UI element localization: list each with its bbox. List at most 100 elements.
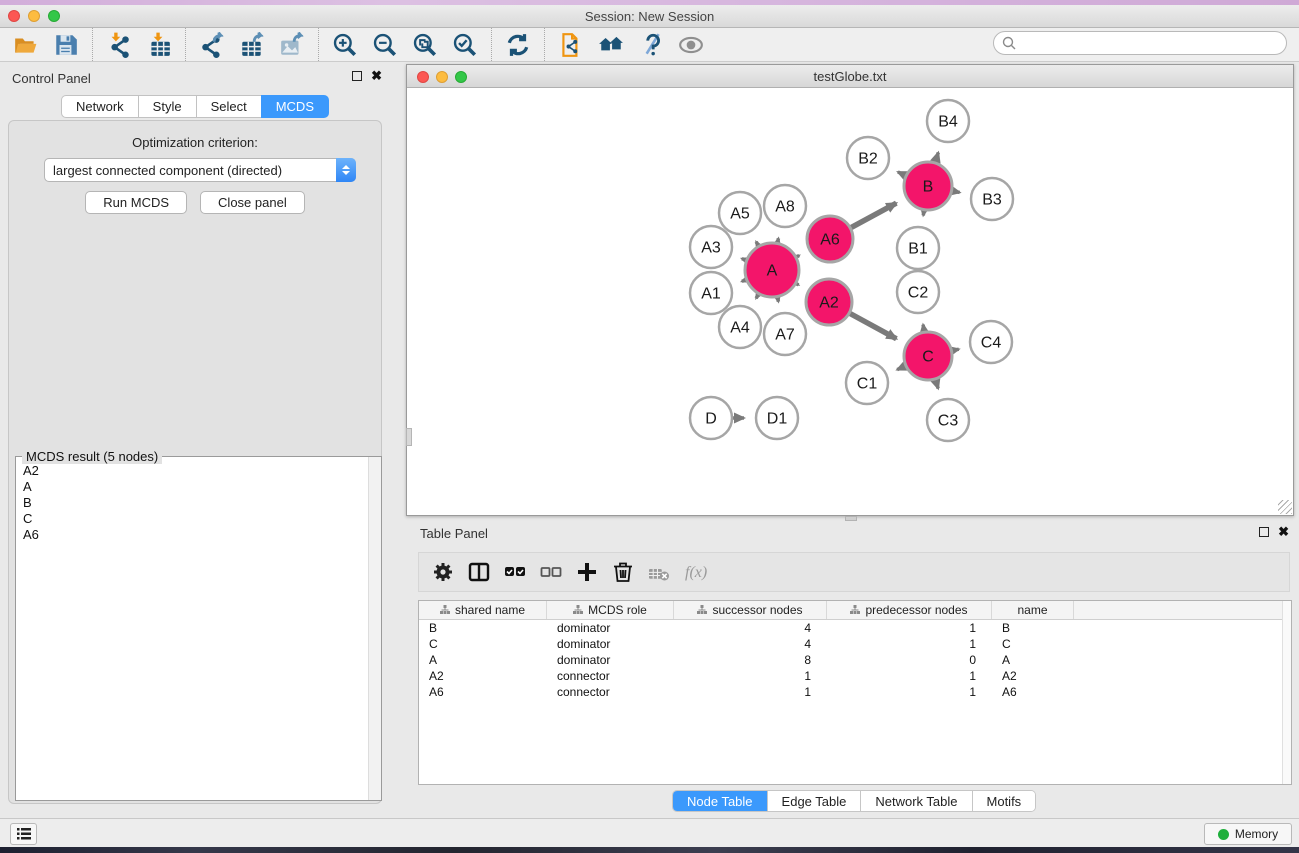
table-cell[interactable]: 1 <box>827 637 992 651</box>
graph-edge-A2-C[interactable] <box>850 313 896 338</box>
graph-node-C1[interactable]: C1 <box>846 362 888 404</box>
tab-edge-table[interactable]: Edge Table <box>768 791 862 811</box>
mcds-result-item[interactable]: A <box>17 479 368 495</box>
zoom-out-button[interactable] <box>365 30 405 60</box>
graph-edge-C-C3[interactable] <box>935 380 938 389</box>
graph-node-A2[interactable]: A2 <box>806 279 852 325</box>
result-list-scrollbar[interactable] <box>368 457 381 800</box>
network-close-button[interactable] <box>417 71 429 83</box>
table-row-A2[interactable]: A2connector11A2 <box>419 668 1291 684</box>
graph-node-C3[interactable]: C3 <box>927 399 969 441</box>
table-cell[interactable]: 8 <box>674 653 827 667</box>
table-cell[interactable]: connector <box>547 669 674 683</box>
graph-node-A7[interactable]: A7 <box>764 313 806 355</box>
network-graph[interactable]: B4B2BB3A8A5A6A3B1AA1C2A2A4A7C4CC1DD1C3 <box>407 88 1293 515</box>
table-cell[interactable]: dominator <box>547 637 674 651</box>
graph-edge-C-C1[interactable] <box>897 366 905 370</box>
mcds-result-item[interactable]: C <box>17 511 368 527</box>
table-cell[interactable]: connector <box>547 685 674 699</box>
table-row-B[interactable]: Bdominator41B <box>419 620 1291 636</box>
table-cell[interactable]: A <box>992 653 1074 667</box>
mcds-result-item[interactable]: A2 <box>17 463 368 479</box>
table-cell[interactable]: dominator <box>547 653 674 667</box>
run-mcds-button[interactable]: Run MCDS <box>85 191 187 214</box>
table-cell[interactable]: B <box>992 621 1074 635</box>
close-panel-button[interactable]: Close panel <box>200 191 305 214</box>
graph-node-C4[interactable]: C4 <box>970 321 1012 363</box>
table-cell[interactable]: A2 <box>419 669 547 683</box>
table-row-C[interactable]: Cdominator41C <box>419 636 1291 652</box>
table-cell[interactable]: A6 <box>992 685 1074 699</box>
table-cell[interactable]: A2 <box>992 669 1074 683</box>
export-table-button[interactable] <box>232 30 272 60</box>
table-cell[interactable]: 4 <box>674 621 827 635</box>
deselect-all-checks-button[interactable] <box>533 556 569 588</box>
graph-node-A[interactable]: A <box>745 243 799 297</box>
tab-motifs[interactable]: Motifs <box>973 791 1036 811</box>
graph-edge-A-A4[interactable] <box>756 294 758 298</box>
float-table-panel-icon[interactable] <box>1259 527 1269 537</box>
tab-select[interactable]: Select <box>196 95 261 118</box>
graph-edge-B-B3[interactable] <box>952 191 959 192</box>
table-cell[interactable]: A6 <box>419 685 547 699</box>
graph-edge-A-A5[interactable] <box>756 242 758 246</box>
clone-network-button[interactable] <box>551 30 591 60</box>
import-table-button[interactable] <box>139 30 179 60</box>
table-cell[interactable]: 1 <box>674 669 827 683</box>
network-minimize-button[interactable] <box>436 71 448 83</box>
delete-column-button[interactable] <box>605 556 641 588</box>
network-zoom-button[interactable] <box>455 71 467 83</box>
graph-node-A6[interactable]: A6 <box>807 216 853 262</box>
settings-button[interactable] <box>425 556 461 588</box>
splitter-grip[interactable] <box>406 428 412 446</box>
home-view-button[interactable] <box>591 30 631 60</box>
graph-node-B2[interactable]: B2 <box>847 137 889 179</box>
minimize-window-button[interactable] <box>28 10 40 22</box>
graph-node-C[interactable]: C <box>904 332 952 380</box>
save-session-button[interactable] <box>46 30 86 60</box>
criterion-dropdown[interactable]: largest connected component (directed) <box>44 158 356 182</box>
tab-network[interactable]: Network <box>61 95 138 118</box>
table-cell[interactable]: 0 <box>827 653 992 667</box>
task-history-button[interactable] <box>10 823 37 845</box>
horizontal-splitter-grip[interactable] <box>845 516 857 521</box>
graph-node-B3[interactable]: B3 <box>971 178 1013 220</box>
app-titlebar[interactable]: Session: New Session <box>0 5 1299 28</box>
graph-node-A1[interactable]: A1 <box>690 272 732 314</box>
graph-node-B[interactable]: B <box>904 162 952 210</box>
graph-node-A8[interactable]: A8 <box>764 185 806 227</box>
export-network-button[interactable] <box>192 30 232 60</box>
table-cell[interactable]: 1 <box>674 685 827 699</box>
graph-edge-B-B2[interactable] <box>898 172 905 175</box>
graph-edge-A6-B[interactable] <box>851 203 896 227</box>
zoom-selected-button[interactable] <box>445 30 485 60</box>
column-header-predecessor-nodes[interactable]: predecessor nodes <box>827 601 992 619</box>
refresh-layout-button[interactable] <box>498 30 538 60</box>
graph-node-B1[interactable]: B1 <box>897 227 939 269</box>
table-cell[interactable]: dominator <box>547 621 674 635</box>
label-visibility-button[interactable] <box>631 30 671 60</box>
select-all-checks-button[interactable] <box>497 556 533 588</box>
graph-node-A4[interactable]: A4 <box>719 306 761 348</box>
table-cell[interactable]: C <box>419 637 547 651</box>
close-table-panel-icon[interactable]: ✖ <box>1278 527 1289 537</box>
tab-node-table[interactable]: Node Table <box>673 791 768 811</box>
zoom-fit-button[interactable] <box>405 30 445 60</box>
table-cell[interactable]: 1 <box>827 669 992 683</box>
close-panel-icon[interactable]: ✖ <box>371 71 382 81</box>
graph-edge-C-C4[interactable] <box>952 349 958 350</box>
table-cell[interactable]: A <box>419 653 547 667</box>
tab-style[interactable]: Style <box>138 95 196 118</box>
table-cell[interactable]: 4 <box>674 637 827 651</box>
table-cell[interactable]: B <box>419 621 547 635</box>
mcds-result-item[interactable]: A6 <box>17 527 368 543</box>
add-column-button[interactable] <box>569 556 605 588</box>
network-canvas[interactable]: B4B2BB3A8A5A6A3B1AA1C2A2A4A7C4CC1DD1C3 <box>407 88 1293 515</box>
column-header-shared-name[interactable]: shared name <box>419 601 547 619</box>
table-row-A6[interactable]: A6connector11A6 <box>419 684 1291 700</box>
graph-node-D[interactable]: D <box>690 397 732 439</box>
open-session-button[interactable] <box>6 30 46 60</box>
graph-node-A3[interactable]: A3 <box>690 226 732 268</box>
delete-table-button[interactable] <box>641 556 677 588</box>
float-panel-icon[interactable] <box>352 71 362 81</box>
